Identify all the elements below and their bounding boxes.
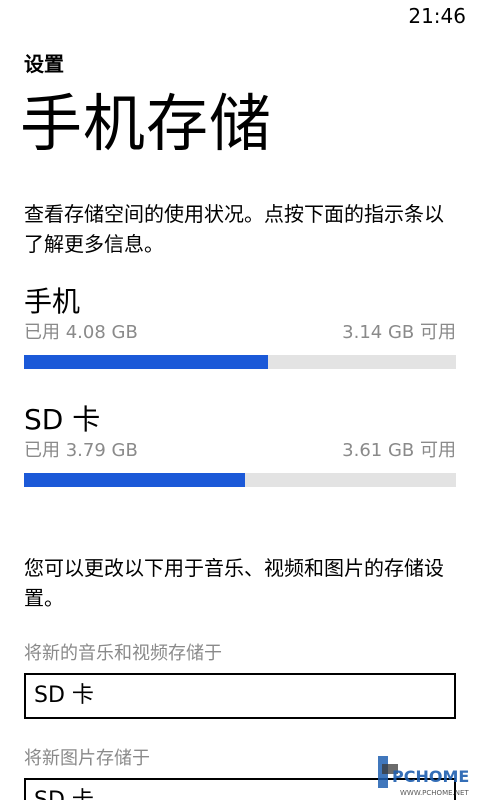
watermark-logo-text: PCHOME — [392, 767, 469, 786]
settings-section-label: 设置 — [24, 52, 64, 76]
music-video-location-label: 将新的音乐和视频存储于 — [24, 643, 222, 664]
phone-storage-item[interactable]: 手机 已用 4.08 GB 3.14 GB 可用 — [24, 285, 456, 369]
music-video-location-select[interactable]: SD 卡 — [24, 673, 456, 719]
phone-storage-screen: 21:46 设置 手机存储 查看存储空间的使用状况。点按下面的指示条以了解更多信… — [0, 0, 480, 800]
pchome-watermark-logo: PCHOME WWW.PCHOME.NET — [378, 756, 469, 797]
status-bar-time: 21:46 — [408, 4, 466, 28]
storage-free-text: 3.14 GB 可用 — [342, 322, 456, 343]
storage-bar-fill — [24, 473, 246, 487]
watermark-url-text: WWW.PCHOME.NET — [400, 789, 469, 797]
page-title: 手机存储 — [20, 87, 273, 160]
sd-card-storage-item[interactable]: SD 卡 已用 3.79 GB 3.61 GB 可用 — [24, 403, 456, 487]
storage-usage-row: 已用 4.08 GB 3.14 GB 可用 — [24, 321, 456, 345]
storage-settings-description: 您可以更改以下用于音乐、视频和图片的存储设置。 — [24, 556, 444, 610]
storage-name: SD 卡 — [24, 403, 101, 436]
sd-card-storage-bar[interactable] — [24, 473, 456, 487]
storage-used-text: 已用 3.79 GB — [24, 440, 138, 461]
storage-description: 查看存储空间的使用状况。点按下面的指示条以了解更多信息。 — [24, 202, 444, 256]
storage-used-text: 已用 4.08 GB — [24, 322, 138, 343]
storage-bar-fill — [24, 355, 269, 369]
pictures-location-value: SD 卡 — [34, 788, 94, 800]
storage-free-text: 3.61 GB 可用 — [342, 440, 456, 461]
music-video-location-value: SD 卡 — [34, 683, 94, 708]
phone-storage-bar[interactable] — [24, 355, 456, 369]
storage-name: 手机 — [24, 285, 81, 318]
storage-usage-row: 已用 3.79 GB 3.61 GB 可用 — [24, 439, 456, 463]
pictures-location-label: 将新图片存储于 — [24, 748, 150, 769]
